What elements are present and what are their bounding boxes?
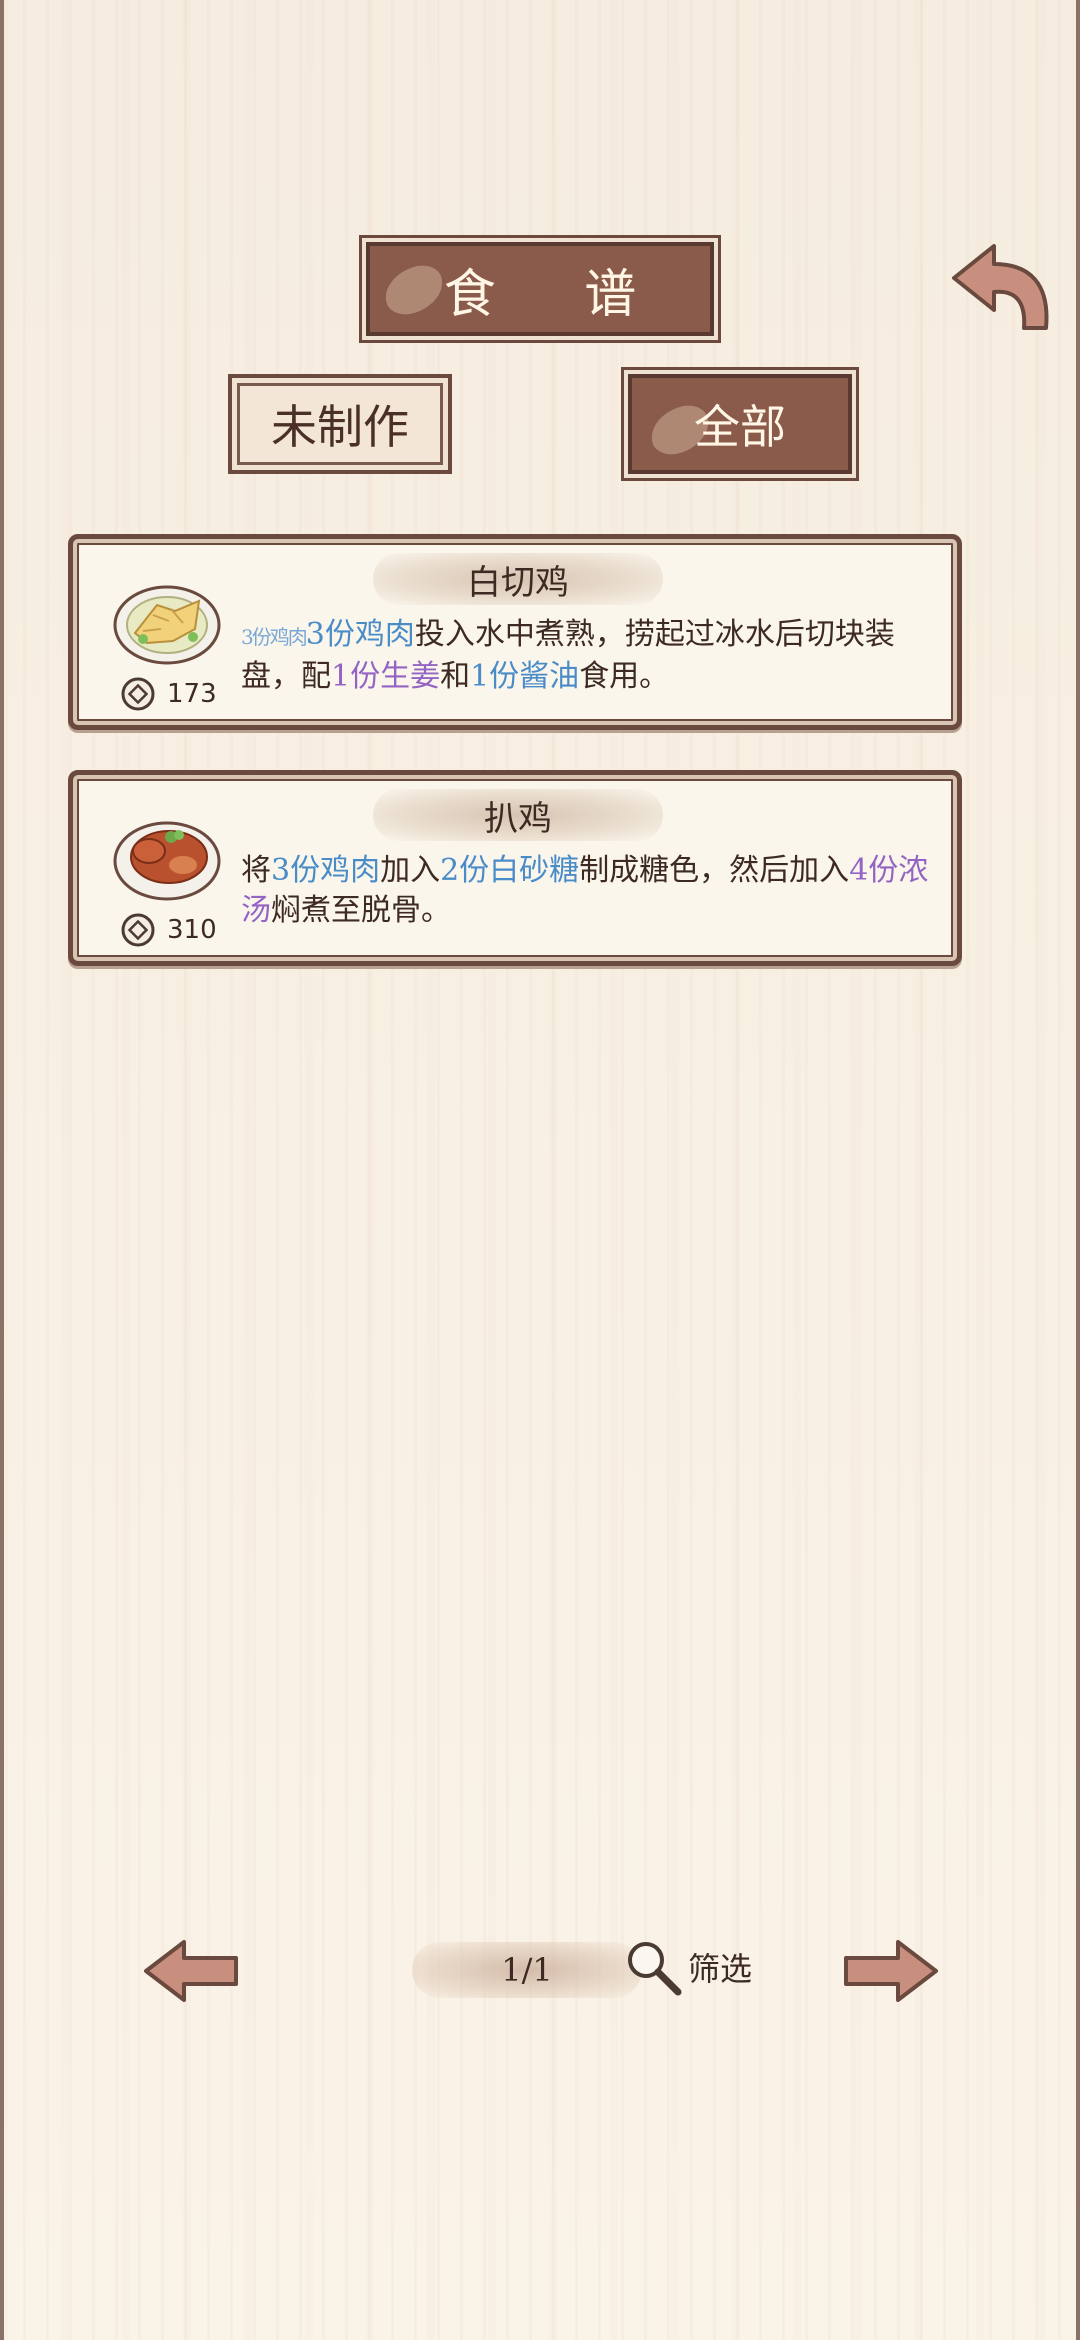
recipe-description: 将3份鸡肉加入2份白砂糖制成糖色，然后加入4份浓汤焖煮至脱骨。	[241, 853, 929, 928]
price-value: 173	[167, 679, 217, 709]
recipe-book-title: 食 谱	[366, 242, 714, 336]
filter-button[interactable]: 筛选	[622, 1936, 752, 1998]
recipe-name: 白切鸡	[373, 553, 663, 605]
braised-chicken-dish-icon	[113, 821, 221, 901]
frame-edge-left	[0, 0, 4, 2340]
filter-label: 筛选	[688, 1950, 753, 1988]
back-arrow-icon[interactable]	[946, 240, 1056, 340]
price: 310	[121, 913, 217, 947]
frame-edge-right	[1076, 0, 1080, 2340]
tab-all[interactable]: 全部	[628, 374, 852, 474]
magnifier-icon	[628, 1942, 682, 1996]
recipe-card[interactable]: 扒鸡 310 将3份鸡肉加入2份白砂糖制成糖色，然后加入4份浓汤焖煮至脱骨。	[68, 770, 962, 966]
recipe-name: 扒鸡	[373, 789, 663, 841]
page-indicator: 1/1	[412, 1942, 642, 1998]
price: 173	[121, 677, 217, 711]
recipe-card[interactable]: 白切鸡 173 3份鸡肉3份鸡肉投入水中煮熟，捞起过冰水后切块装盘，配1份生姜和…	[68, 534, 962, 730]
tab-unmade-label: 未制作	[271, 400, 409, 454]
coin-icon	[121, 677, 155, 711]
page-title: 食 谱	[443, 264, 673, 325]
left-arrow-icon[interactable]	[142, 1936, 242, 2006]
coin-icon	[121, 913, 155, 947]
tab-all-label: 全部	[694, 400, 786, 454]
recipe-description: 3份鸡肉3份鸡肉投入水中煮熟，捞起过冰水后切块装盘，配1份生姜和1份酱油食用。	[241, 617, 895, 694]
white-cut-chicken-dish-icon	[113, 585, 221, 665]
right-arrow-icon[interactable]	[840, 1936, 940, 2006]
tab-unmade[interactable]: 未制作	[228, 374, 452, 474]
price-value: 310	[167, 915, 217, 945]
